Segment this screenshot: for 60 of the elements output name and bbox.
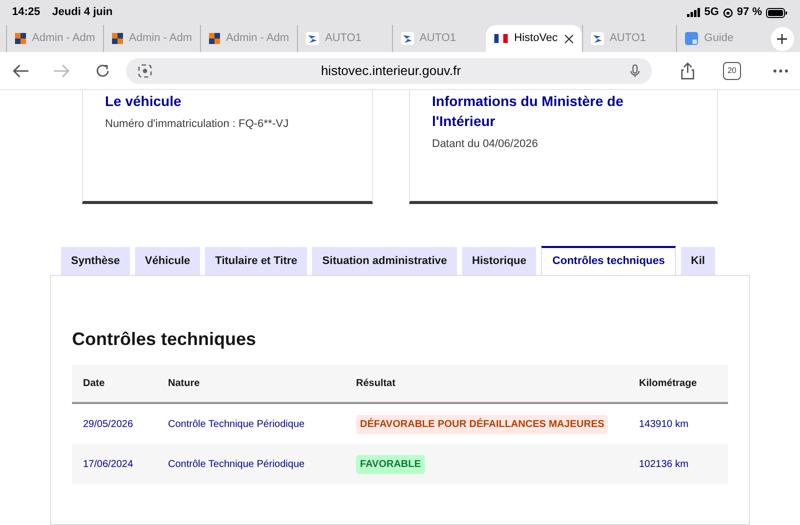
browser-tab[interactable]: HistoVec [486,25,582,52]
more-icon[interactable] [772,68,788,72]
section-tab[interactable]: Véhicule [134,247,200,275]
plus-icon [776,33,788,45]
tab-title: Guide [704,31,734,46]
section-tab[interactable]: Contrôles techniques [541,246,676,275]
tab-title: HistoVec [514,31,558,46]
table-cell-text: 17/06/2024 [82,458,134,472]
microphone-icon[interactable] [630,64,640,78]
close-icon[interactable] [564,34,574,44]
new-tab-button[interactable] [770,27,794,51]
grid-logo-icon [112,32,124,45]
share-icon[interactable] [680,62,696,80]
column-header: Nature [167,377,201,391]
back-icon[interactable] [12,64,30,78]
grid-logo-icon [15,32,26,45]
flag-icon [494,34,508,43]
column-header: Date [82,377,106,391]
section-tab[interactable]: Situation administrative [312,247,457,275]
signal-icon [687,8,700,17]
table-cell-text: Contrôle Technique Périodique [167,458,306,472]
book-icon [685,32,698,45]
tab-title: AUTO1 [325,31,362,46]
tab-title: AUTO1 [420,31,456,46]
section-tab[interactable]: Synthèse [61,247,130,275]
tab-title: Admin - Adm [32,31,95,46]
battery-percent: 97 % [736,5,762,20]
arrow-logo-icon [400,32,414,45]
tab-title: Admin - Adm [226,31,289,46]
table-cell-text: 143910 km [639,418,690,432]
reload-icon[interactable] [94,62,110,78]
column-header: Kilométrage [639,377,698,391]
result-badge: FAVORABLE [356,454,425,474]
card-title: Informations du Ministère de l'Intérieur [432,92,624,131]
section-title: Contrôles techniques [72,328,258,351]
address-field[interactable]: histovec.interieur.gouv.fr [126,58,652,84]
arrow-logo-icon [306,32,319,45]
arrow-logo-icon [590,32,604,45]
section-tab[interactable]: Titulaire et Titre [205,247,308,275]
battery-icon [766,8,788,18]
card-title: Le véhicule [105,92,182,111]
table-cell-text: 29/05/2026 [82,418,134,432]
url-text: histovec.interieur.gouv.fr [320,62,462,80]
grid-logo-icon [209,32,220,45]
tab-count-button[interactable]: 20 [723,62,741,80]
tab-title: Admin - Adm [129,31,192,46]
tab-title: AUTO1 [610,31,646,46]
card-text: Numéro d'immatriculation : FQ-6**-VJ [105,117,290,132]
status-time: 14:25 [12,5,40,20]
section-tab[interactable]: Historique [462,247,536,275]
status-date: Jeudi 4 juin [52,5,113,20]
table-cell-text: Contrôle Technique Périodique [167,418,306,432]
lens-icon[interactable] [138,64,152,78]
column-header: Résultat [355,377,396,391]
lock-rotation-icon [722,8,733,18]
table-cell-text: 102136 km [639,458,690,472]
network-label: 5G [704,5,719,20]
card-text: Datant du 04/06/2026 [432,137,539,152]
section-tab[interactable]: Kil [680,247,715,275]
result-badge: DÉFAVORABLE POUR DÉFAILLANCES MAJEURES [356,414,608,434]
